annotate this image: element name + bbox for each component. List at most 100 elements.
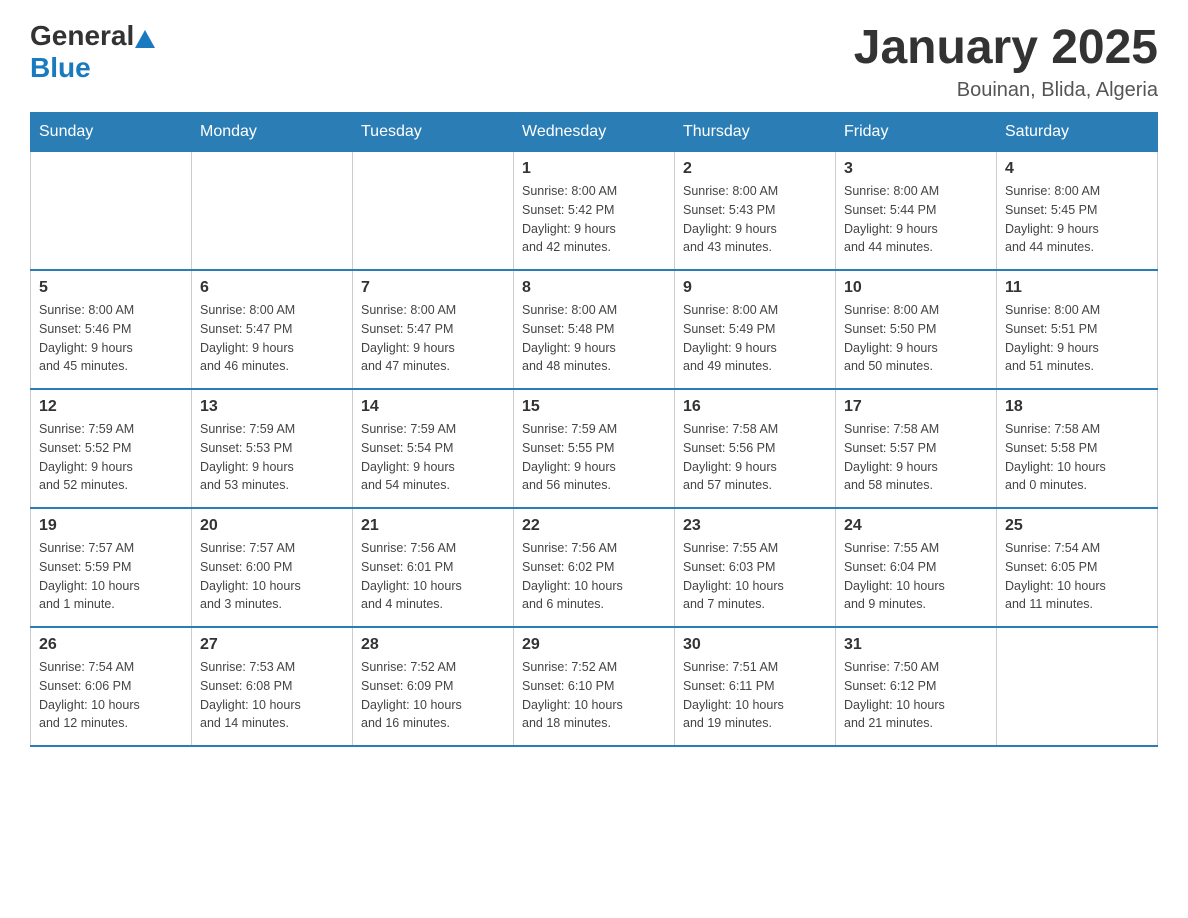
calendar-week-row: 26 Sunrise: 7:54 AMSunset: 6:06 PMDayligh…: [31, 627, 1158, 746]
calendar-cell: 23 Sunrise: 7:55 AMSunset: 6:03 PMDayligh…: [675, 508, 836, 627]
day-number: 19: [39, 517, 183, 535]
day-info: Sunrise: 7:59 AMSunset: 5:55 PMDaylight:…: [522, 420, 666, 495]
day-number: 3: [844, 160, 988, 178]
day-number: 31: [844, 636, 988, 654]
day-number: 8: [522, 279, 666, 297]
day-number: 21: [361, 517, 505, 535]
day-info: Sunrise: 7:55 AMSunset: 6:04 PMDaylight:…: [844, 539, 988, 614]
day-info: Sunrise: 7:53 AMSunset: 6:08 PMDaylight:…: [200, 658, 344, 733]
day-number: 9: [683, 279, 827, 297]
calendar-cell: [997, 627, 1158, 746]
calendar-week-row: 19 Sunrise: 7:57 AMSunset: 5:59 PMDayligh…: [31, 508, 1158, 627]
day-info: Sunrise: 7:57 AMSunset: 5:59 PMDaylight:…: [39, 539, 183, 614]
day-info: Sunrise: 8:00 AMSunset: 5:51 PMDaylight:…: [1005, 301, 1149, 376]
day-number: 26: [39, 636, 183, 654]
calendar-cell: 18Sunrise: 7:58 AMSunset: 5:58 PMDayligh…: [997, 389, 1158, 508]
day-number: 22: [522, 517, 666, 535]
day-number: 16: [683, 398, 827, 416]
calendar-cell: 16 Sunrise: 7:58 AMSunset: 5:56 PMDayligh…: [675, 389, 836, 508]
day-number: 27: [200, 636, 344, 654]
calendar-cell: 24 Sunrise: 7:55 AMSunset: 6:04 PMDayligh…: [836, 508, 997, 627]
day-info: Sunrise: 7:54 AMSunset: 6:06 PMDaylight:…: [39, 658, 183, 733]
calendar-cell: 15 Sunrise: 7:59 AMSunset: 5:55 PMDayligh…: [514, 389, 675, 508]
day-number: 18: [1005, 398, 1149, 416]
day-number: 17: [844, 398, 988, 416]
logo-text-blue: Blue: [30, 52, 91, 83]
calendar-cell: [31, 152, 192, 271]
day-info: Sunrise: 7:59 AMSunset: 5:52 PMDaylight:…: [39, 420, 183, 495]
day-info: Sunrise: 7:54 AMSunset: 6:05 PMDaylight:…: [1005, 539, 1149, 614]
day-number: 30: [683, 636, 827, 654]
logo-text-general: General: [30, 20, 134, 51]
day-info: Sunrise: 7:56 AMSunset: 6:02 PMDaylight:…: [522, 539, 666, 614]
calendar-cell: 12 Sunrise: 7:59 AMSunset: 5:52 PMDayligh…: [31, 389, 192, 508]
day-number: 7: [361, 279, 505, 297]
calendar-cell: 1 Sunrise: 8:00 AMSunset: 5:42 PMDaylight…: [514, 152, 675, 271]
calendar-week-row: 1 Sunrise: 8:00 AMSunset: 5:42 PMDaylight…: [31, 152, 1158, 271]
page-header: General Blue January 2025 Bouinan, Blida…: [30, 20, 1158, 102]
day-number: 4: [1005, 160, 1149, 178]
day-number: 15: [522, 398, 666, 416]
day-info: Sunrise: 7:56 AMSunset: 6:01 PMDaylight:…: [361, 539, 505, 614]
calendar-cell: 11 Sunrise: 8:00 AMSunset: 5:51 PMDayligh…: [997, 270, 1158, 389]
day-info: Sunrise: 7:58 AMSunset: 5:56 PMDaylight:…: [683, 420, 827, 495]
calendar-cell: 25 Sunrise: 7:54 AMSunset: 6:05 PMDayligh…: [997, 508, 1158, 627]
calendar-cell: 2Sunrise: 8:00 AMSunset: 5:43 PMDaylight…: [675, 152, 836, 271]
day-info: Sunrise: 7:59 AMSunset: 5:53 PMDaylight:…: [200, 420, 344, 495]
day-info: Sunrise: 8:00 AMSunset: 5:45 PMDaylight:…: [1005, 182, 1149, 257]
subtitle: Bouinan, Blida, Algeria: [854, 79, 1158, 102]
day-info: Sunrise: 7:52 AMSunset: 6:09 PMDaylight:…: [361, 658, 505, 733]
calendar-cell: 29Sunrise: 7:52 AMSunset: 6:10 PMDayligh…: [514, 627, 675, 746]
day-info: Sunrise: 8:00 AMSunset: 5:47 PMDaylight:…: [200, 301, 344, 376]
day-info: Sunrise: 7:51 AMSunset: 6:11 PMDaylight:…: [683, 658, 827, 733]
calendar-cell: 14Sunrise: 7:59 AMSunset: 5:54 PMDayligh…: [353, 389, 514, 508]
day-number: 11: [1005, 279, 1149, 297]
calendar-cell: 9 Sunrise: 8:00 AMSunset: 5:49 PMDaylight…: [675, 270, 836, 389]
day-info: Sunrise: 8:00 AMSunset: 5:46 PMDaylight:…: [39, 301, 183, 376]
day-number: 28: [361, 636, 505, 654]
calendar-cell: 22 Sunrise: 7:56 AMSunset: 6:02 PMDayligh…: [514, 508, 675, 627]
header-sunday: Sunday: [31, 113, 192, 152]
day-info: Sunrise: 7:57 AMSunset: 6:00 PMDaylight:…: [200, 539, 344, 614]
day-number: 23: [683, 517, 827, 535]
day-info: Sunrise: 8:00 AMSunset: 5:44 PMDaylight:…: [844, 182, 988, 257]
day-info: Sunrise: 7:52 AMSunset: 6:10 PMDaylight:…: [522, 658, 666, 733]
calendar-week-row: 5Sunrise: 8:00 AMSunset: 5:46 PMDaylight…: [31, 270, 1158, 389]
calendar-cell: 13 Sunrise: 7:59 AMSunset: 5:53 PMDayligh…: [192, 389, 353, 508]
calendar-cell: 27 Sunrise: 7:53 AMSunset: 6:08 PMDayligh…: [192, 627, 353, 746]
header-wednesday: Wednesday: [514, 113, 675, 152]
day-info: Sunrise: 8:00 AMSunset: 5:42 PMDaylight:…: [522, 182, 666, 257]
header-tuesday: Tuesday: [353, 113, 514, 152]
day-info: Sunrise: 8:00 AMSunset: 5:49 PMDaylight:…: [683, 301, 827, 376]
title-block: January 2025 Bouinan, Blida, Algeria: [854, 20, 1158, 102]
day-info: Sunrise: 7:58 AMSunset: 5:57 PMDaylight:…: [844, 420, 988, 495]
calendar-cell: 20 Sunrise: 7:57 AMSunset: 6:00 PMDayligh…: [192, 508, 353, 627]
day-number: 24: [844, 517, 988, 535]
day-number: 13: [200, 398, 344, 416]
day-info: Sunrise: 8:00 AMSunset: 5:50 PMDaylight:…: [844, 301, 988, 376]
calendar-cell: 26 Sunrise: 7:54 AMSunset: 6:06 PMDayligh…: [31, 627, 192, 746]
day-number: 12: [39, 398, 183, 416]
day-info: Sunrise: 7:55 AMSunset: 6:03 PMDaylight:…: [683, 539, 827, 614]
logo: General Blue: [30, 20, 155, 84]
calendar-cell: 4 Sunrise: 8:00 AMSunset: 5:45 PMDaylight…: [997, 152, 1158, 271]
day-number: 25: [1005, 517, 1149, 535]
day-info: Sunrise: 7:50 AMSunset: 6:12 PMDaylight:…: [844, 658, 988, 733]
calendar-cell: 17 Sunrise: 7:58 AMSunset: 5:57 PMDayligh…: [836, 389, 997, 508]
calendar-cell: 10 Sunrise: 8:00 AMSunset: 5:50 PMDayligh…: [836, 270, 997, 389]
calendar-cell: 6 Sunrise: 8:00 AMSunset: 5:47 PMDaylight…: [192, 270, 353, 389]
calendar-cell: 21 Sunrise: 7:56 AMSunset: 6:01 PMDayligh…: [353, 508, 514, 627]
calendar-cell: 31 Sunrise: 7:50 AMSunset: 6:12 PMDayligh…: [836, 627, 997, 746]
day-number: 10: [844, 279, 988, 297]
day-number: 14: [361, 398, 505, 416]
header-friday: Friday: [836, 113, 997, 152]
day-number: 2: [683, 160, 827, 178]
calendar-cell: 5Sunrise: 8:00 AMSunset: 5:46 PMDaylight…: [31, 270, 192, 389]
header-saturday: Saturday: [997, 113, 1158, 152]
calendar-cell: 8 Sunrise: 8:00 AMSunset: 5:48 PMDaylight…: [514, 270, 675, 389]
day-number: 1: [522, 160, 666, 178]
day-info: Sunrise: 8:00 AMSunset: 5:48 PMDaylight:…: [522, 301, 666, 376]
day-number: 6: [200, 279, 344, 297]
calendar-cell: 7Sunrise: 8:00 AMSunset: 5:47 PMDaylight…: [353, 270, 514, 389]
day-number: 20: [200, 517, 344, 535]
